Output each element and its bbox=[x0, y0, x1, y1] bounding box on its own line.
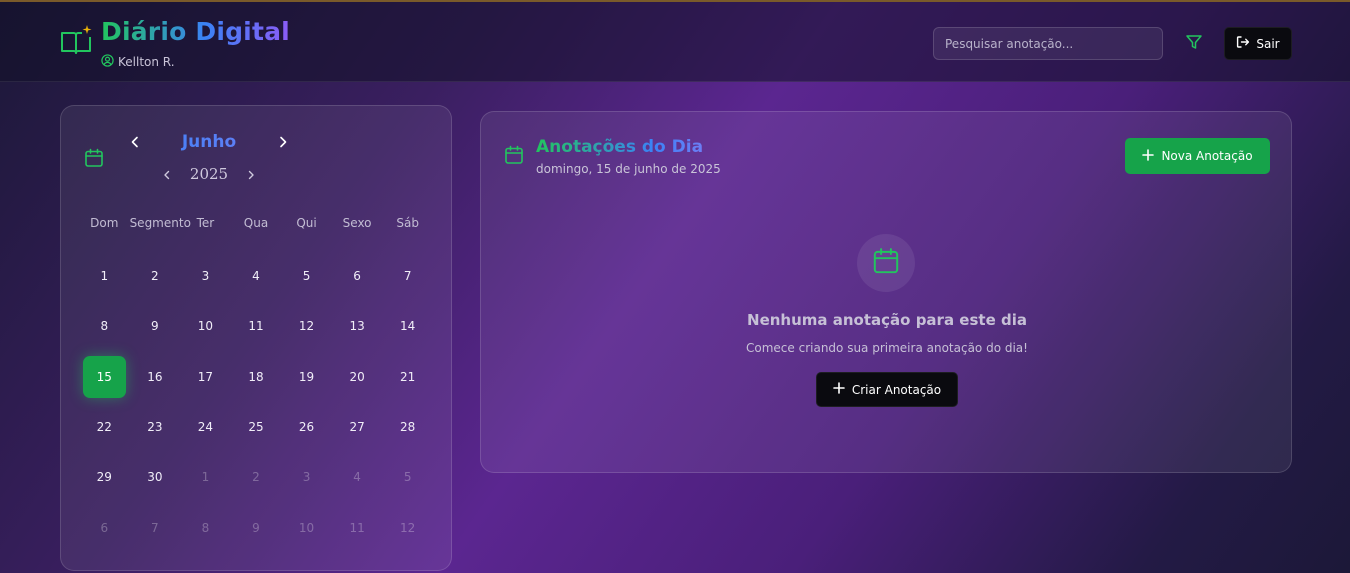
calendar-day-outside-month[interactable]: 8 bbox=[184, 506, 227, 548]
empty-state-icon bbox=[857, 234, 915, 292]
notes-title: Anotações do Dia bbox=[536, 137, 704, 157]
calendar-day[interactable]: 26 bbox=[285, 406, 328, 448]
filter-icon bbox=[1185, 33, 1203, 55]
calendar-day-outside-month[interactable]: 9 bbox=[235, 506, 278, 548]
calendar-day[interactable]: 30 bbox=[134, 456, 177, 498]
calendar-day[interactable]: 17 bbox=[184, 356, 227, 398]
app-title: Diário Digital bbox=[101, 17, 290, 46]
calendar-day[interactable]: 7 bbox=[386, 255, 429, 297]
calendar-icon bbox=[872, 247, 900, 279]
app-header: Diário Digital Kellton R. Sair bbox=[0, 2, 1350, 82]
filter-button[interactable] bbox=[1180, 30, 1208, 58]
chevron-right-icon bbox=[278, 133, 288, 152]
calendar-day[interactable]: 20 bbox=[336, 356, 379, 398]
weekday-label: Sáb bbox=[396, 216, 419, 230]
new-note-label: Nova Anotação bbox=[1161, 149, 1253, 163]
month-label: Junho bbox=[125, 132, 293, 152]
calendar-day[interactable]: 23 bbox=[134, 406, 177, 448]
calendar-day[interactable]: 12 bbox=[285, 305, 328, 347]
calendar-day[interactable]: 19 bbox=[285, 356, 328, 398]
year-navigator: 2025 bbox=[157, 164, 261, 184]
calendar-day[interactable]: 18 bbox=[235, 356, 278, 398]
calendar-day[interactable]: 14 bbox=[386, 305, 429, 347]
plus-icon bbox=[1142, 148, 1155, 164]
user-name: Kellton R. bbox=[118, 54, 175, 69]
calendar-day[interactable]: 2 bbox=[134, 255, 177, 297]
calendar-day-outside-month[interactable]: 2 bbox=[235, 456, 278, 498]
create-note-label: Criar Anotação bbox=[851, 382, 942, 397]
new-note-button[interactable]: Nova Anotação bbox=[1125, 138, 1270, 174]
calendar-panel: Junho 2025 Dom Segmento Ter Qua Qui Sexo Sáb 1… bbox=[60, 105, 452, 571]
calendar-day[interactable]: 27 bbox=[336, 406, 379, 448]
weekday-label: Qui bbox=[296, 216, 317, 230]
calendar-day[interactable]: 9 bbox=[134, 305, 177, 347]
calendar-day[interactable]: 21 bbox=[386, 356, 429, 398]
days-grid: 1 2 3 4 5 6 7 8 9 10 11 12 13 14 15 16 17 18 19 20 21 22 23 24 2… bbox=[79, 251, 433, 553]
calendar-day-outside-month[interactable]: 7 bbox=[134, 506, 177, 548]
calendar-day-outside-month[interactable]: 10 bbox=[285, 506, 328, 548]
logout-label: Sair bbox=[1256, 36, 1280, 51]
logout-icon bbox=[1236, 35, 1250, 52]
calendar-icon bbox=[84, 148, 104, 172]
user-info: Kellton R. bbox=[101, 52, 175, 71]
book-sparkle-icon bbox=[60, 24, 94, 56]
search-input[interactable] bbox=[933, 27, 1163, 60]
calendar-day-outside-month[interactable]: 12 bbox=[386, 506, 429, 548]
calendar-day[interactable]: 4 bbox=[235, 255, 278, 297]
calendar-day-outside-month[interactable]: 1 bbox=[184, 456, 227, 498]
calendar-day[interactable]: 5 bbox=[285, 255, 328, 297]
weekday-header: Dom Segmento Ter Qua Qui Sexo Sáb bbox=[79, 216, 433, 236]
calendar-day[interactable]: 16 bbox=[134, 356, 177, 398]
calendar-day-selected[interactable]: 15 bbox=[83, 355, 126, 398]
chevron-right-icon bbox=[247, 165, 255, 184]
plus-icon bbox=[833, 382, 845, 397]
month-navigator: Junho bbox=[125, 132, 293, 154]
weekday-label: Sexo bbox=[342, 216, 372, 230]
calendar-day[interactable]: 10 bbox=[184, 305, 227, 347]
notes-panel: Anotações do Dia domingo, 15 de junho de… bbox=[480, 111, 1292, 473]
weekday-label: Segmento bbox=[129, 216, 191, 230]
next-year-button[interactable] bbox=[241, 164, 261, 184]
weekday-label: Dom bbox=[90, 216, 119, 230]
calendar-day[interactable]: 6 bbox=[336, 255, 379, 297]
calendar-day-outside-month[interactable]: 11 bbox=[336, 506, 379, 548]
create-note-button[interactable]: Criar Anotação bbox=[816, 372, 958, 407]
weekday-label: Ter bbox=[196, 216, 215, 230]
calendar-day-outside-month[interactable]: 4 bbox=[336, 456, 379, 498]
calendar-day[interactable]: 22 bbox=[83, 406, 126, 448]
calendar-icon bbox=[504, 145, 524, 169]
empty-state-title: Nenhuma anotação para este dia bbox=[747, 311, 1027, 329]
empty-state-subtitle: Comece criando sua primeira anotação do … bbox=[746, 341, 1028, 355]
weekday-label: Qua bbox=[243, 216, 269, 230]
calendar-day-outside-month[interactable]: 3 bbox=[285, 456, 328, 498]
calendar-day[interactable]: 13 bbox=[336, 305, 379, 347]
calendar-day[interactable]: 25 bbox=[235, 406, 278, 448]
calendar-day[interactable]: 1 bbox=[83, 255, 126, 297]
calendar-day-outside-month[interactable]: 6 bbox=[83, 506, 126, 548]
calendar-day[interactable]: 11 bbox=[235, 305, 278, 347]
calendar-day-outside-month[interactable]: 5 bbox=[386, 456, 429, 498]
calendar-day[interactable]: 3 bbox=[184, 255, 227, 297]
calendar-day[interactable]: 8 bbox=[83, 305, 126, 347]
logout-button[interactable]: Sair bbox=[1224, 27, 1292, 60]
next-month-button[interactable] bbox=[273, 132, 293, 152]
user-circle-icon bbox=[101, 52, 114, 71]
calendar-day[interactable]: 28 bbox=[386, 406, 429, 448]
calendar-day[interactable]: 29 bbox=[83, 456, 126, 498]
calendar-day[interactable]: 24 bbox=[184, 406, 227, 448]
notes-date: domingo, 15 de junho de 2025 bbox=[536, 162, 721, 176]
